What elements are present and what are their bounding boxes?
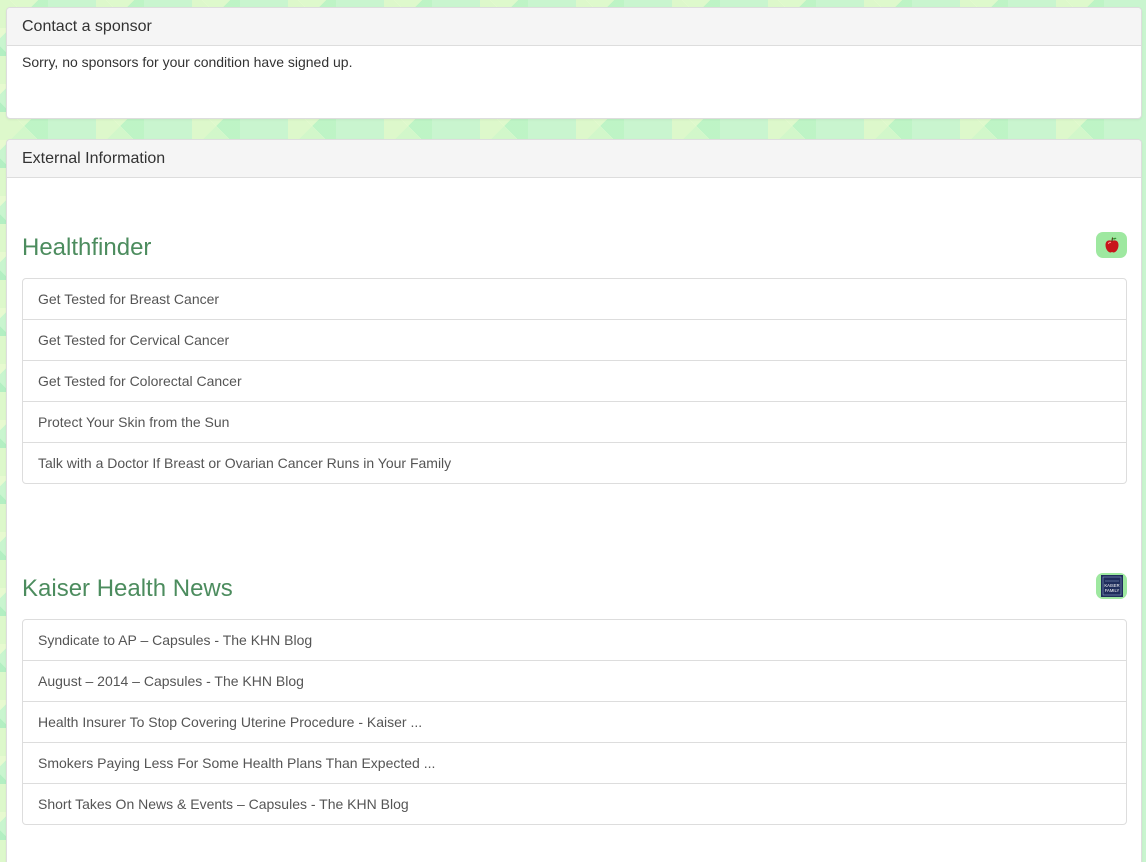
kaiser-link[interactable]: Syndicate to AP – Capsules - The KHN Blo…	[23, 620, 1126, 660]
healthfinder-link[interactable]: Get Tested for Cervical Cancer	[23, 319, 1126, 360]
no-sponsors-message: Sorry, no sponsors for your condition ha…	[22, 54, 353, 70]
kaiser-link[interactable]: Health Insurer To Stop Covering Uterine …	[23, 701, 1126, 742]
kaiser-logo-line-2: FAMILY	[1104, 588, 1119, 593]
contact-sponsor-heading: Contact a sponsor	[7, 8, 1141, 46]
kaiser-health-news-title[interactable]: Kaiser Health News	[22, 575, 233, 603]
healthfinder-title[interactable]: Healthfinder	[22, 234, 151, 262]
healthfinder-link-list: Get Tested for Breast Cancer Get Tested …	[22, 278, 1127, 484]
kaiser-link[interactable]: August – 2014 – Capsules - The KHN Blog	[23, 660, 1126, 701]
healthfinder-section: Healthfinder Get Tested for Breast Cance…	[22, 232, 1127, 484]
healthfinder-link[interactable]: Get Tested for Colorectal Cancer	[23, 360, 1126, 401]
external-information-heading: External Information	[7, 140, 1141, 178]
healthfinder-link[interactable]: Get Tested for Breast Cancer	[23, 279, 1126, 319]
kaiser-link[interactable]: Smokers Paying Less For Some Health Plan…	[23, 742, 1126, 783]
contact-sponsor-panel: Contact a sponsor Sorry, no sponsors for…	[6, 7, 1142, 119]
apple-icon-graphic	[1105, 237, 1118, 253]
apple-icon[interactable]	[1096, 232, 1127, 258]
kaiser-link[interactable]: Short Takes On News & Events – Capsules …	[23, 783, 1126, 824]
kaiser-logo-graphic: KAISER FAMILY	[1100, 575, 1123, 597]
healthfinder-title-row: Healthfinder	[22, 232, 1127, 266]
kaiser-health-news-section: Kaiser Health News KAISER FAMILY Syndica…	[22, 573, 1127, 825]
external-information-panel: External Information Healthfinder Get Te…	[6, 139, 1142, 862]
kaiser-link-list: Syndicate to AP – Capsules - The KHN Blo…	[22, 619, 1127, 825]
healthfinder-link[interactable]: Talk with a Doctor If Breast or Ovarian …	[23, 442, 1126, 483]
kaiser-family-foundation-logo-icon[interactable]: KAISER FAMILY	[1096, 573, 1127, 599]
healthfinder-link[interactable]: Protect Your Skin from the Sun	[23, 401, 1126, 442]
kaiser-title-row: Kaiser Health News KAISER FAMILY	[22, 573, 1127, 607]
